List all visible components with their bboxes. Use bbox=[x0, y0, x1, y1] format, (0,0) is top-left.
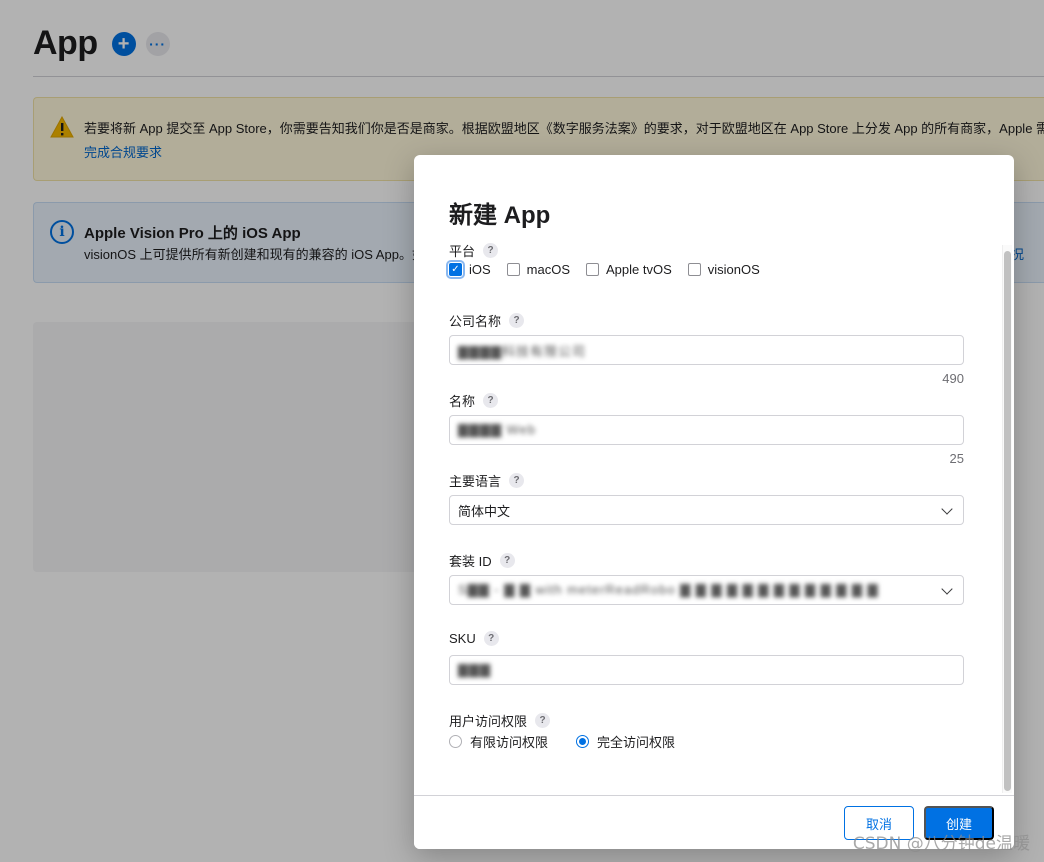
app-name-label: 名称 ? bbox=[449, 391, 499, 410]
help-icon[interactable]: ? bbox=[509, 313, 525, 328]
bundle-id-value: S▇▇ - ▇ ▇ with meterReadRobo ▇ ▇ ▇ ▇ ▇ ▇… bbox=[458, 582, 879, 597]
checkbox-checked-icon: ✓ bbox=[446, 260, 465, 279]
primary-language-select[interactable]: 简体中文 bbox=[449, 495, 964, 525]
help-icon[interactable]: ? bbox=[499, 553, 515, 568]
limited-access-label: 有限访问权限 bbox=[470, 735, 549, 750]
help-icon[interactable]: ? bbox=[483, 243, 499, 258]
platform-visionos-checkbox[interactable]: visionOS bbox=[687, 262, 760, 277]
help-icon[interactable]: ? bbox=[483, 631, 499, 646]
checkbox-icon bbox=[506, 263, 520, 276]
primary-language-label-text: 主要语言 bbox=[449, 474, 502, 489]
checkbox-icon bbox=[687, 263, 701, 276]
checkbox-icon bbox=[586, 263, 600, 276]
platform-visionos-label: visionOS bbox=[707, 262, 760, 277]
watermark: CSDN @八分钟de温暖 bbox=[852, 834, 1030, 854]
platform-ios-label: iOS bbox=[469, 262, 491, 277]
company-name-value: ▇▇▇▇科技有限公司 bbox=[458, 343, 586, 359]
bundle-id-label-text: 套装 ID bbox=[449, 554, 492, 569]
limited-access-radio[interactable]: 有限访问权限 bbox=[449, 732, 548, 751]
help-icon[interactable]: ? bbox=[535, 713, 551, 728]
platform-tvos-checkbox[interactable]: Apple tvOS bbox=[586, 262, 672, 277]
platform-ios-checkbox[interactable]: ✓ iOS bbox=[446, 260, 491, 279]
primary-language-value: 简体中文 bbox=[458, 503, 511, 519]
app-name-counter: 25 bbox=[949, 451, 964, 466]
company-name-counter: 490 bbox=[942, 371, 964, 386]
platform-label-text: 平台 bbox=[449, 244, 476, 259]
user-access-label-text: 用户访问权限 bbox=[449, 714, 528, 729]
bundle-id-select[interactable]: S▇▇ - ▇ ▇ with meterReadRobo ▇ ▇ ▇ ▇ ▇ ▇… bbox=[449, 575, 964, 605]
help-icon[interactable]: ? bbox=[483, 393, 499, 408]
company-name-input[interactable]: ▇▇▇▇科技有限公司 bbox=[449, 335, 964, 365]
dialog-title: 新建 App bbox=[449, 202, 551, 229]
sku-value: ▇▇▇ bbox=[458, 662, 491, 677]
app-name-label-text: 名称 bbox=[449, 394, 476, 409]
sku-input[interactable]: ▇▇▇ bbox=[449, 655, 964, 685]
company-name-label: 公司名称 ? bbox=[449, 311, 525, 330]
chevron-down-icon bbox=[941, 503, 953, 515]
platform-macos-checkbox[interactable]: macOS bbox=[506, 262, 571, 277]
user-access-options: 有限访问权限 完全访问权限 bbox=[449, 732, 703, 751]
app-name-value: ▇▇▇▇ Web bbox=[458, 422, 537, 437]
scrollbar-thumb[interactable] bbox=[1004, 251, 1011, 791]
platform-options: ✓ iOS macOS Apple tvOS visionOS bbox=[446, 260, 776, 279]
full-access-label: 完全访问权限 bbox=[597, 735, 676, 750]
sku-label: SKU ? bbox=[449, 631, 499, 646]
help-icon[interactable]: ? bbox=[509, 473, 525, 488]
company-name-label-text: 公司名称 bbox=[449, 314, 502, 329]
new-app-dialog: 新建 App 平台 ? ✓ iOS macOS Apple tvOS visio… bbox=[414, 155, 1014, 849]
platform-macos-label: macOS bbox=[526, 262, 571, 277]
app-name-input[interactable]: ▇▇▇▇ Web bbox=[449, 415, 964, 445]
bundle-id-label: 套装 ID ? bbox=[449, 551, 515, 570]
chevron-down-icon bbox=[941, 583, 953, 595]
radio-icon bbox=[449, 735, 462, 748]
radio-selected-icon bbox=[576, 735, 590, 748]
primary-language-label: 主要语言 ? bbox=[449, 471, 525, 490]
full-access-radio[interactable]: 完全访问权限 bbox=[576, 732, 675, 751]
sku-label-text: SKU bbox=[449, 631, 476, 646]
user-access-label: 用户访问权限 ? bbox=[449, 711, 551, 730]
platform-label: 平台 ? bbox=[449, 241, 499, 260]
platform-tvos-label: Apple tvOS bbox=[606, 262, 672, 277]
